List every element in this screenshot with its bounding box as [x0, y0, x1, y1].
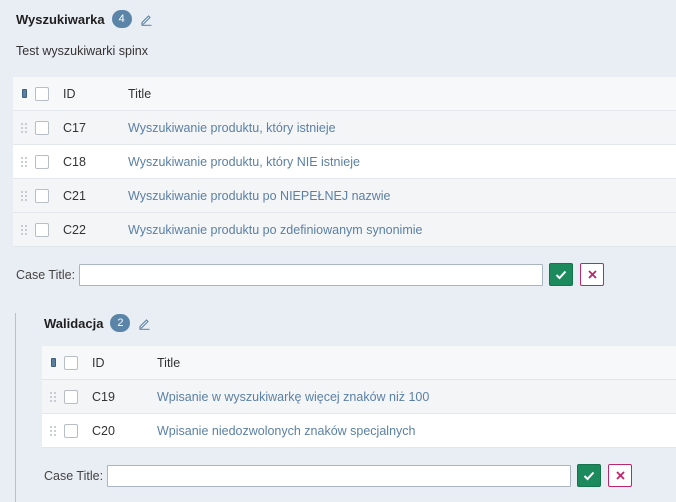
- case-count-badge: 4: [111, 10, 132, 28]
- nesting-line: [15, 313, 16, 502]
- drag-handle-icon[interactable]: [49, 425, 57, 437]
- case-id: C21: [63, 188, 86, 203]
- section-title: Wyszukiwarka: [16, 11, 105, 27]
- case-id: C19: [92, 389, 115, 404]
- case-title-link[interactable]: Wyszukiwanie produktu po zdefiniowanym s…: [128, 223, 676, 237]
- section-header-walidacja: Walidacja 2: [44, 314, 151, 332]
- row-checkbox[interactable]: [35, 120, 49, 135]
- column-header-id[interactable]: ID: [63, 87, 128, 101]
- case-count-badge: 2: [110, 314, 131, 332]
- column-header-title[interactable]: Title: [128, 87, 676, 101]
- confirm-button[interactable]: [577, 464, 602, 487]
- select-all-checkbox[interactable]: [35, 86, 49, 101]
- drag-handle-icon[interactable]: [20, 224, 28, 236]
- case-title-link[interactable]: Wpisanie niedozwolonych znaków specjalny…: [157, 424, 676, 438]
- column-header-id[interactable]: ID: [92, 356, 157, 370]
- section-description: Test wyszukiwarki spinx: [16, 44, 148, 58]
- check-icon: [583, 471, 595, 480]
- case-title-link[interactable]: Wyszukiwanie produktu po NIEPEŁNEJ nazwi…: [128, 189, 676, 203]
- row-checkbox[interactable]: [64, 389, 78, 404]
- drag-handle-icon[interactable]: [20, 156, 28, 168]
- close-icon: [587, 270, 597, 279]
- column-header-title[interactable]: Title: [157, 356, 676, 370]
- case-id: C20: [92, 423, 115, 438]
- case-title-input[interactable]: [79, 263, 544, 286]
- table-row[interactable]: C18 Wyszukiwanie produktu, który NIE ist…: [13, 145, 676, 179]
- case-id: C18: [63, 154, 86, 169]
- pencil-icon[interactable]: [140, 13, 153, 26]
- row-checkbox[interactable]: [64, 423, 78, 438]
- close-icon: [615, 471, 625, 480]
- row-checkbox[interactable]: [35, 222, 49, 237]
- select-all-checkbox[interactable]: [64, 355, 78, 370]
- case-title-link[interactable]: Wyszukiwanie produktu, który istnieje: [128, 121, 676, 135]
- case-title-input[interactable]: [107, 464, 572, 487]
- add-case-form: Case Title:: [44, 464, 633, 487]
- drag-handle-icon[interactable]: [20, 122, 28, 134]
- case-id: C22: [63, 222, 86, 237]
- pencil-icon[interactable]: [138, 317, 151, 330]
- cancel-button[interactable]: [608, 464, 633, 487]
- table-row[interactable]: C20 Wpisanie niedozwolonych znaków specj…: [42, 414, 676, 448]
- case-title-label: Case Title:: [44, 468, 104, 483]
- confirm-button[interactable]: [549, 263, 574, 286]
- case-id: C17: [63, 120, 86, 135]
- cases-table: ID Title C17 Wyszukiwanie produktu, któr…: [13, 77, 676, 247]
- column-config-icon[interactable]: [50, 358, 56, 367]
- section-title: Walidacja: [44, 315, 104, 331]
- section-header-wyszukiwarka: Wyszukiwarka 4: [16, 10, 153, 28]
- drag-handle-icon[interactable]: [49, 391, 57, 403]
- cases-table: ID Title C19 Wpisanie w wyszukiwarkę wię…: [42, 346, 676, 448]
- row-checkbox[interactable]: [35, 154, 49, 169]
- table-row[interactable]: C22 Wyszukiwanie produktu po zdefiniowan…: [13, 213, 676, 247]
- table-row[interactable]: C17 Wyszukiwanie produktu, który istniej…: [13, 111, 676, 145]
- drag-handle-icon[interactable]: [20, 190, 28, 202]
- case-title-label: Case Title:: [16, 267, 76, 282]
- add-case-form: Case Title:: [16, 263, 605, 286]
- column-config-icon[interactable]: [21, 89, 27, 98]
- cancel-button[interactable]: [580, 263, 605, 286]
- table-header: ID Title: [42, 346, 676, 380]
- table-row[interactable]: C19 Wpisanie w wyszukiwarkę więcej znakó…: [42, 380, 676, 414]
- case-title-link[interactable]: Wyszukiwanie produktu, który NIE istniej…: [128, 155, 676, 169]
- case-title-link[interactable]: Wpisanie w wyszukiwarkę więcej znaków ni…: [157, 390, 676, 404]
- check-icon: [555, 270, 567, 279]
- table-row[interactable]: C21 Wyszukiwanie produktu po NIEPEŁNEJ n…: [13, 179, 676, 213]
- row-checkbox[interactable]: [35, 188, 49, 203]
- table-header: ID Title: [13, 77, 676, 111]
